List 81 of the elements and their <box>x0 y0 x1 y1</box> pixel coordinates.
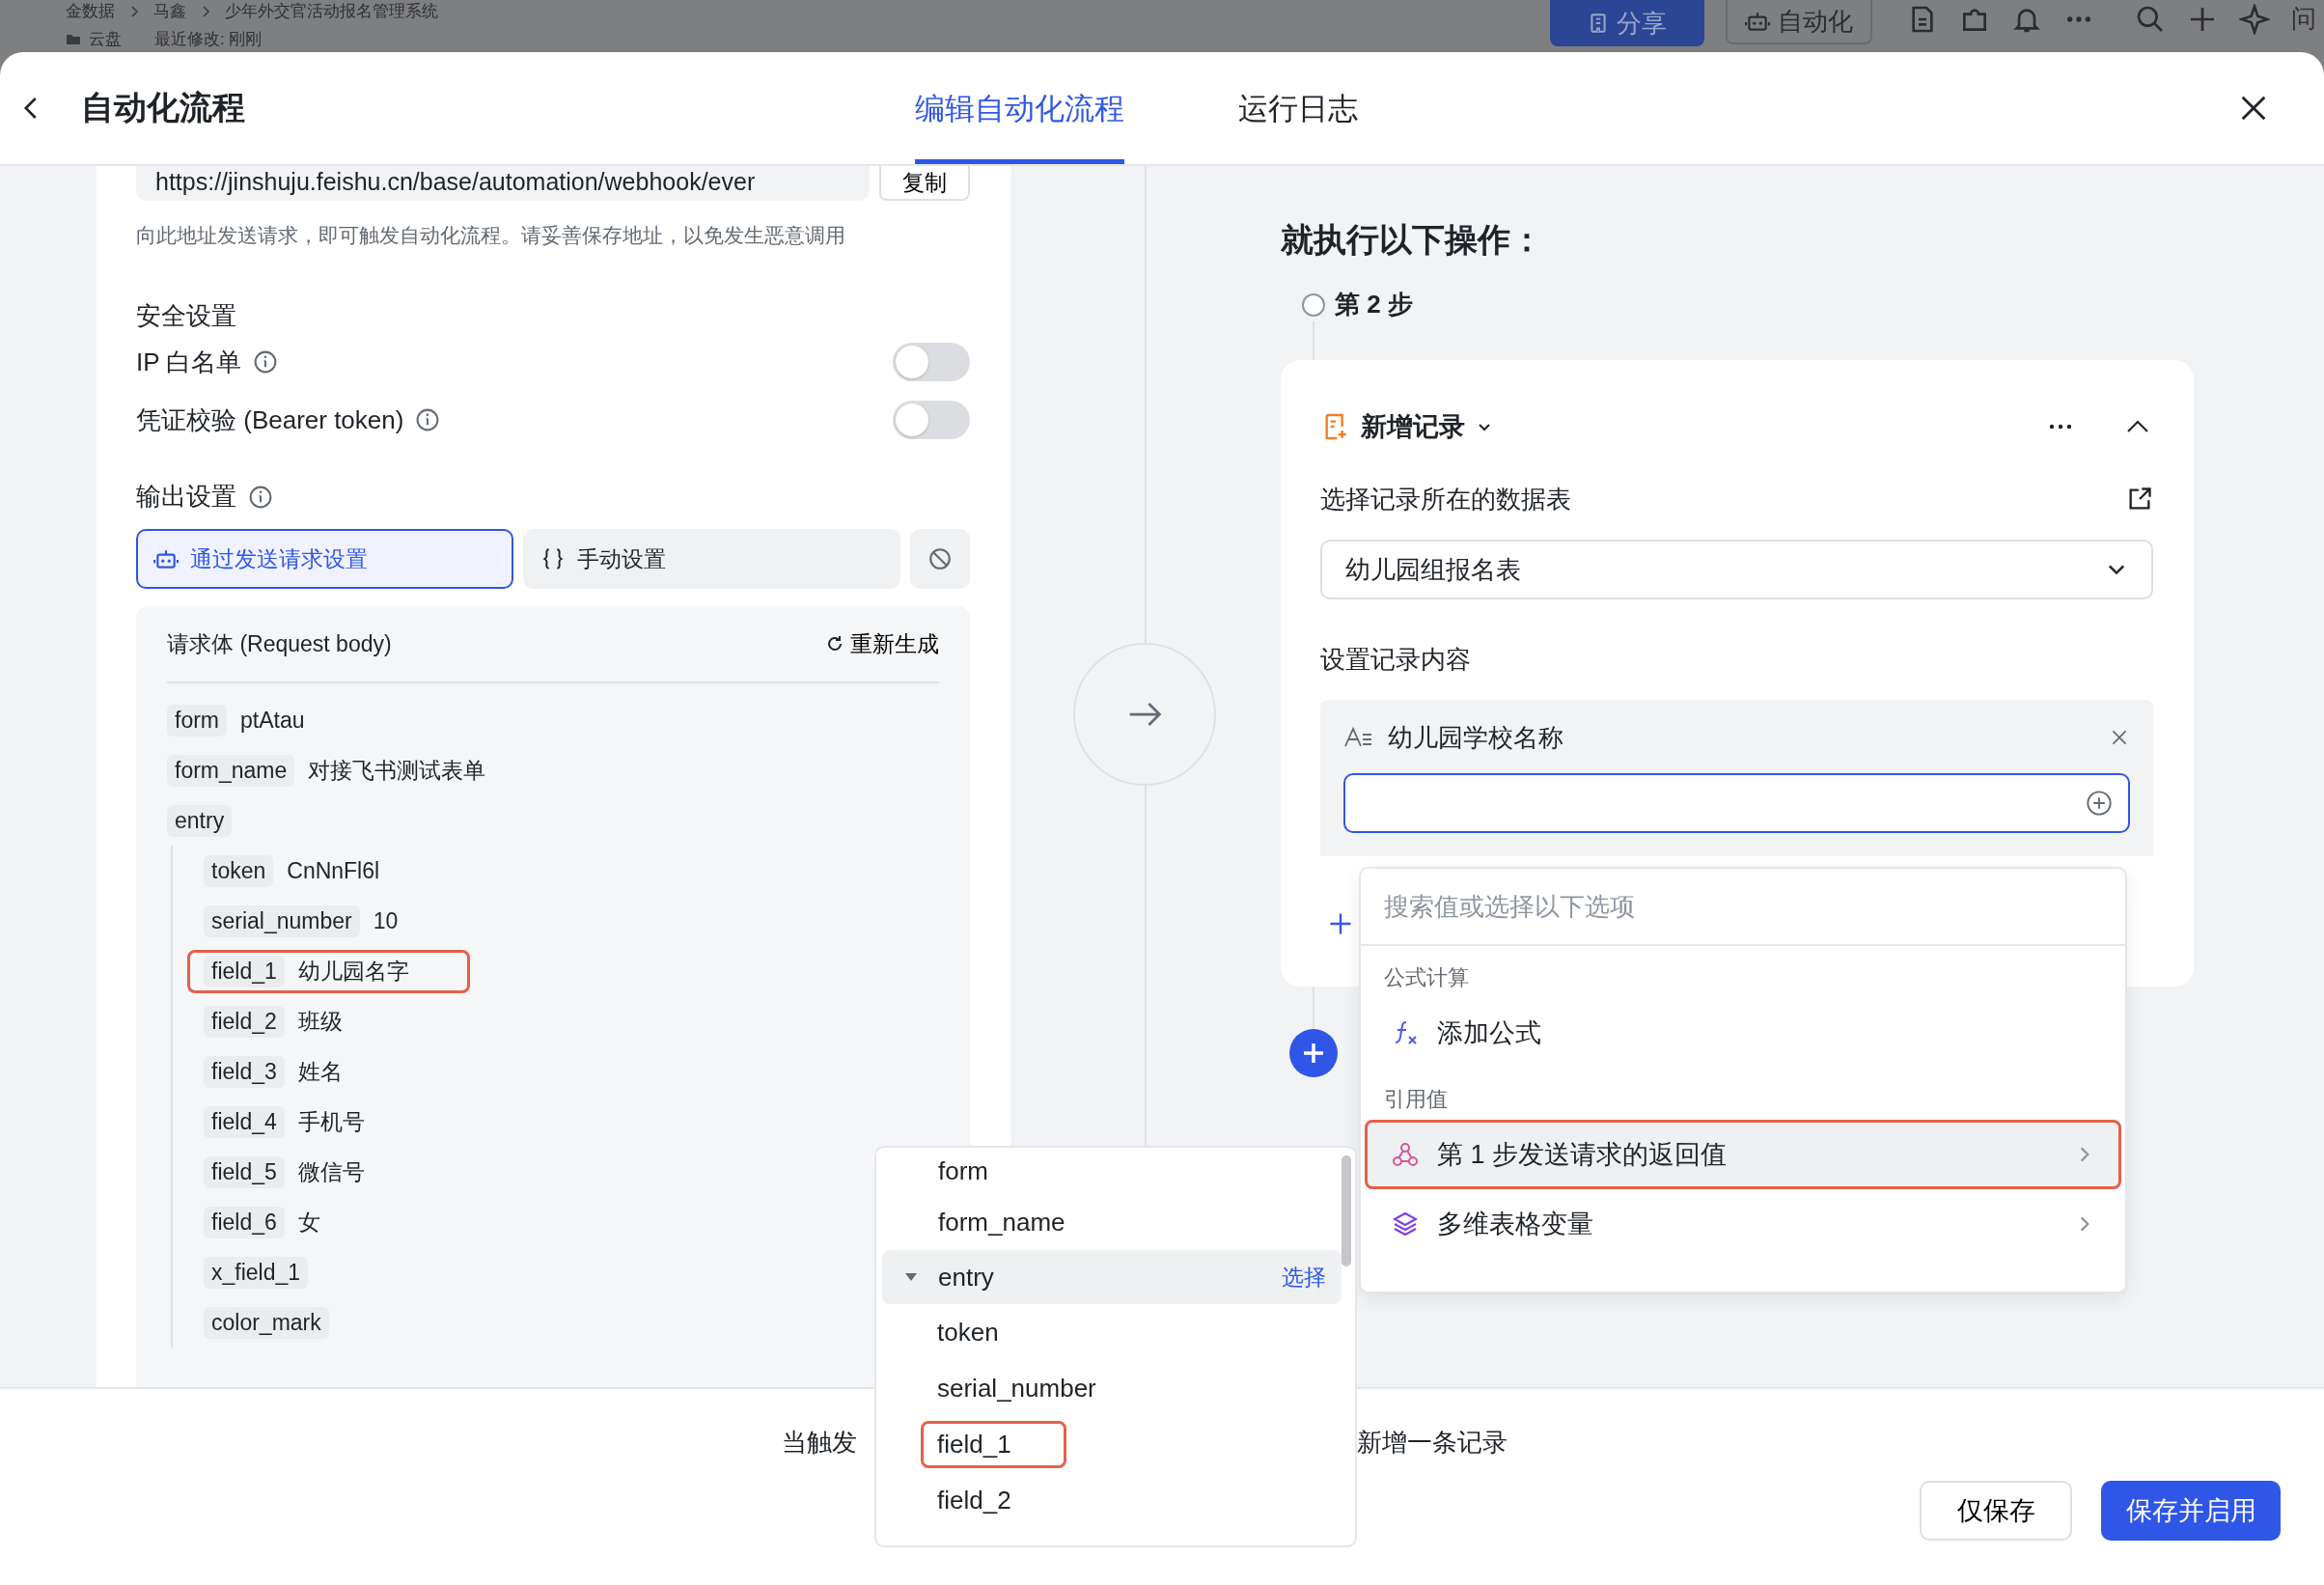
field-key: form <box>167 704 227 737</box>
select-link[interactable]: 选择 <box>1282 1262 1326 1293</box>
section-heading: 安全设置 <box>136 300 237 332</box>
summary-text: 新增一条记录 <box>1357 1427 1508 1459</box>
webhook-url-field[interactable]: https://jinshuju.feishu.cn/base/automation/webhook/ever <box>136 166 870 201</box>
field-value: 微信号 <box>297 1157 365 1186</box>
field-key: field_6 <box>204 1206 285 1238</box>
field-key: field_2 <box>204 1005 285 1038</box>
summary-text: 当触发 <box>782 1427 857 1459</box>
group-title: 引用值 <box>1383 1086 1449 1113</box>
copy-button[interactable]: 复制 <box>879 166 970 201</box>
add-step-button[interactable] <box>1289 1029 1338 1077</box>
location-label: 云盘 <box>89 29 122 50</box>
action-title[interactable]: 新增记录 <box>1361 409 1465 444</box>
menu-item[interactable]: 添加公式 <box>1365 998 2121 1068</box>
section-heading: 输出设置 <box>136 481 236 513</box>
sparkle-icon[interactable] <box>2239 4 2270 35</box>
tree-item[interactable]: serial_number <box>921 1364 1151 1412</box>
field-value: ptAtau <box>240 707 305 734</box>
manual-mode-button[interactable]: 手动设置 <box>523 529 900 589</box>
dialog-title: 自动化流程 <box>81 88 245 127</box>
option-label: 凭证校验 (Bearer token) <box>136 403 404 436</box>
tree-item[interactable]: form <box>882 1148 1342 1194</box>
field-value: 对接飞书测试表单 <box>308 756 486 785</box>
hint-text: 向此地址发送请求，即可触发自动化流程。请妥善保存地址，以免发生恶意调用 <box>136 223 846 248</box>
layers-icon <box>1391 1210 1420 1238</box>
scrollbar[interactable] <box>1342 1155 1351 1266</box>
field-label: 设置记录内容 <box>1320 643 1471 676</box>
info-icon[interactable] <box>248 484 273 510</box>
tree-item[interactable]: entry 选择 <box>882 1250 1342 1304</box>
request-mode-button[interactable]: 通过发送请求设置 <box>136 529 513 589</box>
field-key: token <box>204 854 274 887</box>
field-key: serial_number <box>204 904 360 937</box>
braces-icon <box>540 546 566 571</box>
save-and-enable-button[interactable]: 保存并启用 <box>2101 1481 2281 1541</box>
field-key: entry <box>167 804 233 837</box>
field-key: field_4 <box>204 1105 285 1138</box>
option-label: IP 白名单 <box>136 346 242 378</box>
toggle-switch[interactable] <box>893 343 970 381</box>
panel-title: 请求体 (Request body) <box>167 629 392 658</box>
tree-item[interactable]: field_2 <box>921 1476 1066 1524</box>
modified-label: 最近修改: 刚刚 <box>154 29 263 50</box>
tree-item[interactable]: token <box>921 1308 1054 1356</box>
group-title: 公式计算 <box>1383 964 1470 991</box>
webhook-icon <box>1391 1140 1420 1169</box>
prohibited-icon <box>927 546 953 571</box>
info-icon[interactable] <box>415 407 441 432</box>
field-value: 姓名 <box>297 1057 343 1086</box>
tree-item[interactable]: field_1 <box>921 1420 1066 1468</box>
field-value: 手机号 <box>297 1107 365 1136</box>
building-icon <box>1588 13 1609 34</box>
field-value: CnNnFl6l <box>287 857 380 884</box>
refresh-icon <box>825 634 844 653</box>
field-value: 幼儿园名字 <box>297 957 409 986</box>
share-button[interactable]: 分享 <box>1550 0 1704 46</box>
field-name: 幼儿园学校名称 <box>1388 721 1563 754</box>
field-key: form_name <box>167 754 295 787</box>
field-label: 选择记录所在的数据表 <box>1320 483 1571 515</box>
toggle-switch[interactable] <box>893 401 970 439</box>
table-select[interactable]: 幼儿园组报名表 <box>1320 540 2153 599</box>
menu-item[interactable]: 多维表格变量 <box>1365 1189 2121 1259</box>
step-label: 第 2 步 <box>1335 289 1413 320</box>
value-input[interactable] <box>1343 773 2130 833</box>
tree-item[interactable]: form_name <box>882 1194 1342 1250</box>
info-icon[interactable] <box>253 349 279 375</box>
step-marker <box>1302 292 1325 317</box>
field-key: field_5 <box>204 1155 285 1188</box>
regenerate-button[interactable]: 重新生成 <box>825 628 939 659</box>
field-value: 女 <box>297 1208 320 1237</box>
field-key: color_mark <box>204 1306 329 1339</box>
menu-item[interactable]: 第 1 步发送请求的返回值 <box>1365 1120 2121 1189</box>
field-key: field_3 <box>204 1055 285 1088</box>
field-key: field_1 <box>204 955 285 987</box>
field-value: 10 <box>373 907 399 934</box>
section-heading: 就执行以下操作： <box>1281 220 1544 260</box>
field-key: x_field_1 <box>204 1256 309 1289</box>
field-value: 班级 <box>297 1007 343 1036</box>
disable-mode-button[interactable] <box>910 529 970 589</box>
tab[interactable]: 运行日志 <box>1238 52 1358 164</box>
add-circle-icon[interactable] <box>2086 790 2113 817</box>
save-button[interactable]: 仅保存 <box>1920 1481 2072 1541</box>
